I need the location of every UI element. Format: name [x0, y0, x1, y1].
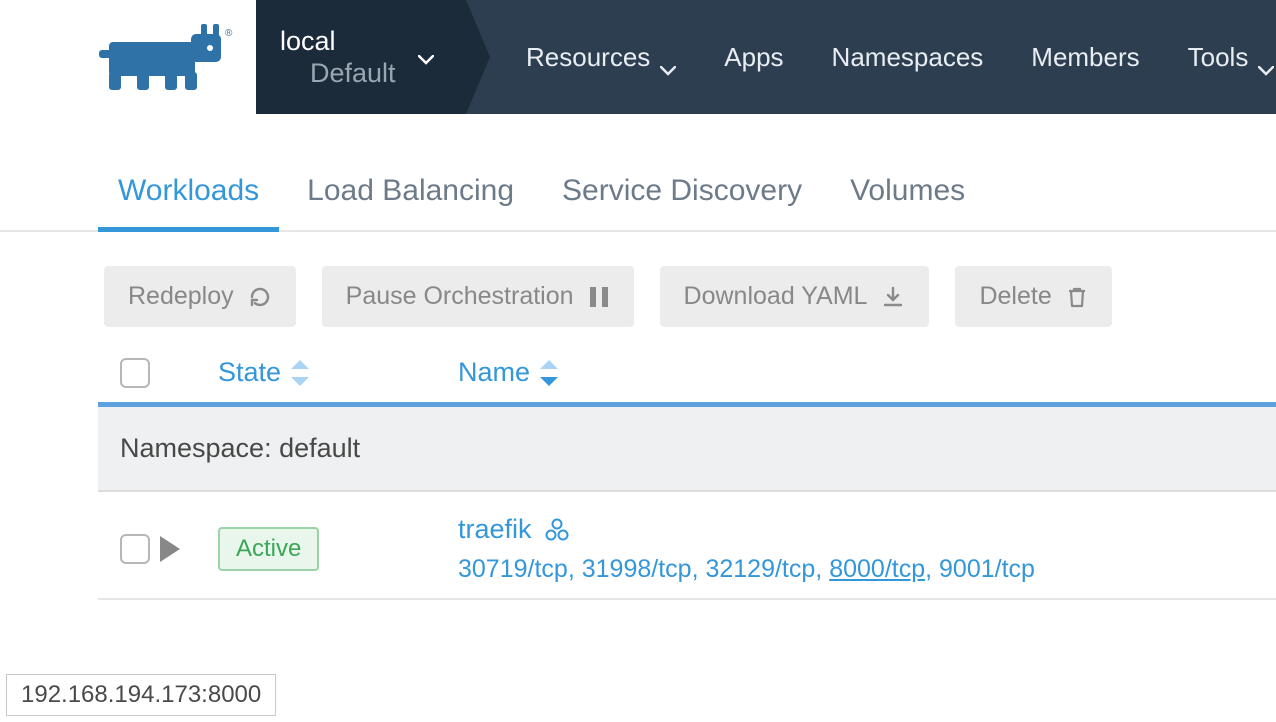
cluster-picker[interactable]: local Default: [256, 0, 466, 114]
column-name-label: Name: [458, 357, 530, 388]
svg-text:®: ®: [225, 28, 233, 39]
workload-name-link[interactable]: traefik: [458, 514, 1276, 545]
port-link[interactable]: 9001/tcp: [939, 555, 1035, 583]
project-name: Default: [280, 57, 396, 89]
separator: ,: [692, 555, 706, 583]
namespace-label: Namespace: default: [120, 433, 360, 463]
cluster-name: local: [280, 25, 396, 57]
cluster-names: local Default: [280, 25, 396, 90]
tab-volumes[interactable]: Volumes: [850, 174, 965, 230]
nav-apps[interactable]: Apps: [724, 42, 783, 73]
tab-workloads-label: Workloads: [118, 174, 259, 207]
chevron-down-icon: [660, 52, 676, 62]
row-checkbox[interactable]: [120, 534, 150, 564]
download-yaml-button[interactable]: Download YAML: [660, 266, 930, 327]
trash-icon: [1066, 285, 1088, 309]
column-state-label: State: [218, 357, 281, 388]
download-label: Download YAML: [684, 282, 868, 311]
column-name[interactable]: Name: [458, 357, 858, 388]
expand-icon: [160, 536, 180, 562]
table-header: State Name: [98, 349, 1276, 407]
sort-icon: [540, 360, 558, 386]
toolbar: Redeploy Pause Orchestration Download YA…: [0, 232, 1276, 327]
column-state[interactable]: State: [218, 357, 458, 388]
nav-namespaces[interactable]: Namespaces: [832, 42, 984, 73]
nav-members[interactable]: Members: [1031, 42, 1139, 73]
separator: ,: [815, 555, 829, 583]
port-link[interactable]: 32129/tcp: [705, 555, 815, 583]
tab-service-discovery-label: Service Discovery: [562, 174, 802, 207]
port-link[interactable]: 8000/tcp: [829, 555, 925, 583]
nav-resources-label: Resources: [526, 42, 650, 73]
state-badge: Active: [218, 527, 319, 571]
row-main: traefik 30719/tcp, 31998/tcp, 32129/tcp,…: [458, 514, 1276, 584]
tab-volumes-label: Volumes: [850, 174, 965, 207]
select-all-checkbox[interactable]: [120, 358, 150, 388]
nav-apps-label: Apps: [724, 42, 783, 73]
redeploy-label: Redeploy: [128, 282, 234, 311]
topbar: ® local Default Resources Apps: [0, 0, 1276, 114]
delete-button[interactable]: Delete: [955, 266, 1111, 327]
statusbar: 192.168.194.173:8000: [6, 674, 276, 716]
workload-ports: 30719/tcp, 31998/tcp, 32129/tcp, 8000/tc…: [458, 545, 1276, 584]
separator: ,: [925, 555, 939, 583]
download-icon: [881, 285, 905, 309]
nav-resources[interactable]: Resources: [526, 42, 676, 73]
navbar: local Default Resources Apps Namespaces …: [256, 0, 1276, 114]
tab-load-balancing-label: Load Balancing: [307, 174, 514, 207]
port-link[interactable]: 31998/tcp: [582, 555, 692, 583]
logo-slot: ®: [0, 0, 256, 114]
port-link[interactable]: 30719/tcp: [458, 555, 568, 583]
row-state: Active: [218, 527, 458, 571]
nav-items: Resources Apps Namespaces Members Tools: [466, 0, 1274, 114]
pause-label: Pause Orchestration: [346, 282, 574, 311]
tab-service-discovery[interactable]: Service Discovery: [562, 174, 802, 230]
pause-orchestration-button[interactable]: Pause Orchestration: [322, 266, 634, 327]
row-expand[interactable]: [160, 536, 218, 562]
namespace-group[interactable]: Namespace: default: [98, 407, 1276, 492]
statusbar-text: 192.168.194.173:8000: [21, 681, 261, 708]
redeploy-icon: [248, 285, 272, 309]
sort-icon: [291, 360, 309, 386]
chevron-down-icon: [418, 52, 434, 62]
workloads-table: State Name Namespace: default Active tra…: [0, 327, 1276, 600]
nav-members-label: Members: [1031, 42, 1139, 73]
rancher-logo-icon: ®: [93, 20, 233, 94]
separator: ,: [568, 555, 582, 583]
nav-tools[interactable]: Tools: [1188, 42, 1275, 73]
tabs: Workloads Load Balancing Service Discove…: [0, 114, 1276, 232]
tab-load-balancing[interactable]: Load Balancing: [307, 174, 514, 230]
delete-label: Delete: [979, 282, 1051, 311]
table-row: Active traefik 30719/tcp, 31998/tcp, 321…: [98, 492, 1276, 600]
row-select-cell: [98, 534, 160, 564]
select-all-cell: [98, 358, 218, 388]
chevron-down-icon: [1258, 52, 1274, 62]
workload-type-icon: [544, 517, 570, 543]
nav-namespaces-label: Namespaces: [832, 42, 984, 73]
tab-workloads[interactable]: Workloads: [118, 174, 259, 230]
nav-tools-label: Tools: [1188, 42, 1249, 73]
pause-icon: [588, 285, 610, 309]
redeploy-button[interactable]: Redeploy: [104, 266, 296, 327]
workload-name: traefik: [458, 514, 532, 545]
